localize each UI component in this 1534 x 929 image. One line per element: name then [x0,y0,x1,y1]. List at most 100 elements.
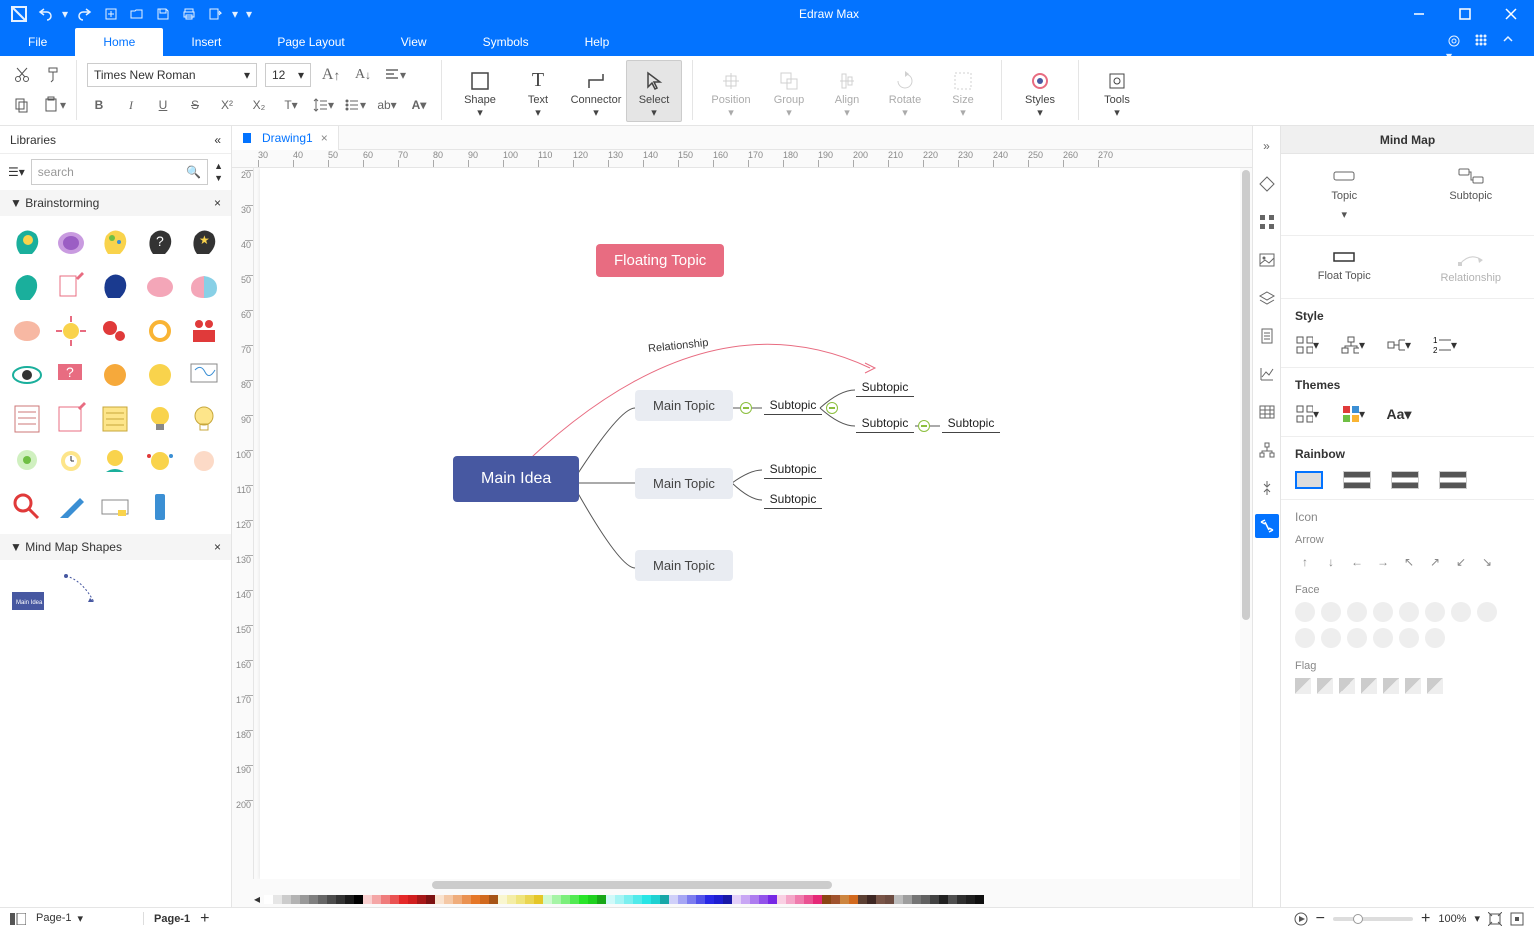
menu-view[interactable]: View [373,28,455,56]
color-swatch[interactable] [714,895,723,904]
color-swatch[interactable] [417,895,426,904]
color-swatch[interactable] [885,895,894,904]
shape-head-question[interactable]: ? [141,224,179,262]
flag-icon-6[interactable] [1405,678,1421,694]
shape-notepad-pencil[interactable] [52,400,90,438]
shape-bulb-outline[interactable] [185,400,223,438]
color-swatch[interactable] [282,895,291,904]
main-topic-1[interactable]: Main Topic [635,390,733,421]
color-swatch[interactable] [498,895,507,904]
italic-icon[interactable]: I [119,93,143,117]
color-swatch[interactable] [615,895,624,904]
color-swatch[interactable] [480,895,489,904]
select-tool[interactable]: Select▾ [626,60,682,122]
decrease-font-icon[interactable]: A↓ [351,63,375,87]
face-icon-11[interactable] [1347,628,1367,648]
color-swatch[interactable] [399,895,408,904]
insert-float-topic-button[interactable]: Float Topic [1281,250,1408,284]
align-icon[interactable]: ▾ [383,63,407,87]
color-swatch[interactable] [273,895,282,904]
fullscreen-icon[interactable] [1510,912,1524,926]
shape-head-blue[interactable] [96,268,134,306]
strike-icon[interactable]: S [183,93,207,117]
main-topic-3[interactable]: Main Topic [635,550,733,581]
maximize-icon[interactable] [1442,0,1488,28]
library-category-mindmap[interactable]: Mind Map Shapes [25,540,122,554]
format-painter-icon[interactable] [42,63,66,87]
color-swatch[interactable] [651,895,660,904]
close-icon[interactable] [1488,0,1534,28]
new-icon[interactable] [100,3,122,25]
face-icon-8[interactable] [1477,602,1497,622]
color-swatch[interactable] [300,895,309,904]
color-swatch[interactable] [444,895,453,904]
color-swatch[interactable] [858,895,867,904]
face-icon-5[interactable] [1399,602,1419,622]
subtopic-1[interactable]: Subtopic [764,396,822,415]
color-swatch[interactable] [264,895,273,904]
color-swatch[interactable] [813,895,822,904]
increase-font-icon[interactable]: A↑ [319,63,343,87]
shape-head-bubble[interactable] [8,268,46,306]
shape-brain-pink[interactable] [141,268,179,306]
color-swatch[interactable] [660,895,669,904]
lib-scroll-down-icon[interactable]: ▼ [214,173,223,183]
color-swatch[interactable] [588,895,597,904]
vstrip-table-icon[interactable] [1255,400,1279,424]
shape-head-gears[interactable] [96,224,134,262]
canvas[interactable]: Floating Topic Main Idea Main Topic Main… [254,168,1252,879]
color-swatch[interactable] [606,895,615,904]
highlight-icon[interactable]: ab▾ [375,93,399,117]
arrow-downright-icon[interactable]: ↘ [1477,552,1497,572]
undo-icon[interactable] [34,3,56,25]
collapse-libraries-icon[interactable]: « [214,133,221,147]
zoom-slider[interactable] [1333,917,1413,921]
library-menu-icon[interactable]: ☰▾ [8,165,25,179]
color-swatch[interactable] [507,895,516,904]
text-tool[interactable]: TText▾ [510,60,566,122]
shape-whiteboard[interactable] [185,356,223,394]
face-icon-1[interactable] [1295,602,1315,622]
vstrip-grid-icon[interactable] [1255,210,1279,234]
arrow-right-icon[interactable]: → [1373,552,1393,572]
rainbow-option-4[interactable] [1439,471,1467,489]
color-swatch[interactable] [516,895,525,904]
theme-color-icon[interactable]: ▾ [1341,402,1365,426]
color-swatch[interactable] [894,895,903,904]
arrow-down-icon[interactable]: ↓ [1321,552,1341,572]
branch-style-icon[interactable]: ▾ [1387,333,1411,357]
rainbow-option-1[interactable] [1295,471,1323,489]
tools-tool[interactable]: Tools▾ [1089,60,1145,122]
color-swatch[interactable] [966,895,975,904]
vstrip-layers-icon[interactable] [1255,286,1279,310]
color-swatch[interactable] [543,895,552,904]
export-dropdown-icon[interactable]: ▾ [230,3,240,25]
color-swatch[interactable] [723,895,732,904]
horizontal-scrollbar[interactable] [232,879,1252,891]
textcase-icon[interactable]: T▾ [279,93,303,117]
apps-icon[interactable] [1474,33,1492,51]
shape-phone[interactable] [141,488,179,526]
face-icon-10[interactable] [1321,628,1341,648]
flag-icon-7[interactable] [1427,678,1443,694]
face-icon-4[interactable] [1373,602,1393,622]
subtopic-2[interactable]: Subtopic [856,378,914,397]
collapse-node-1[interactable] [740,402,752,414]
lib-scroll-up-icon[interactable]: ▲ [214,161,223,171]
color-swatch[interactable] [786,895,795,904]
shape-checklist[interactable] [8,400,46,438]
fit-page-icon[interactable] [1488,912,1502,926]
document-tab[interactable]: Drawing1× [232,126,339,150]
vstrip-structure-icon[interactable] [1255,438,1279,462]
menu-symbols[interactable]: Symbols [455,28,557,56]
face-icon-14[interactable] [1425,628,1445,648]
color-swatch[interactable] [597,895,606,904]
qat-dropdown-icon[interactable]: ▾ [244,3,254,25]
numbering-icon[interactable]: 12▾ [1433,333,1457,357]
color-swatch[interactable] [336,895,345,904]
menu-file[interactable]: File [0,28,75,56]
color-swatch[interactable] [804,895,813,904]
shape-notepad-yellow[interactable] [96,400,134,438]
arrow-up-icon[interactable]: ↑ [1295,552,1315,572]
flag-icon-4[interactable] [1361,678,1377,694]
